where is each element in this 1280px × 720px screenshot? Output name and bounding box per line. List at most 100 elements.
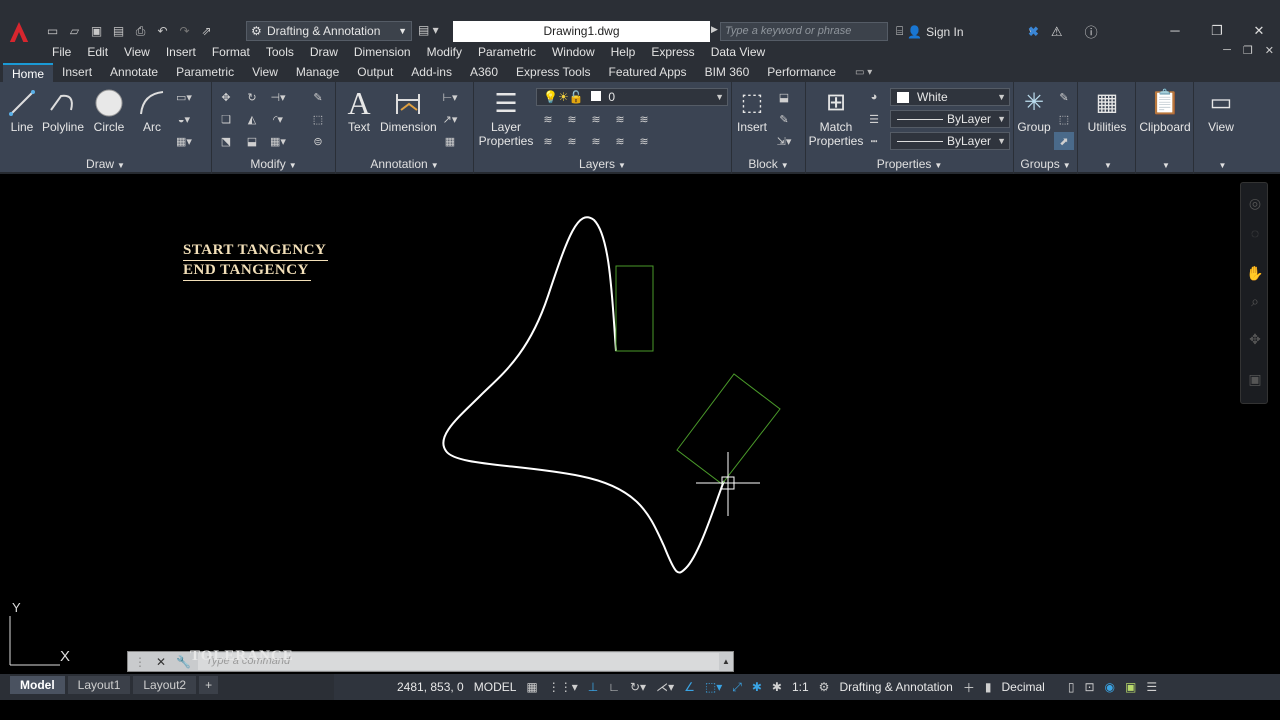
hardware-acceleration-icon[interactable]: ◉: [1100, 680, 1120, 694]
draw-panel-title[interactable]: Draw ▼: [0, 157, 211, 172]
ribbon-options-icon[interactable]: ▭ ▾: [855, 63, 872, 82]
object-snap-icon[interactable]: ⬚▾: [700, 680, 727, 694]
layer-properties-button[interactable]: ☰ Layer Properties: [478, 86, 534, 148]
modify-panel-title[interactable]: Modify ▼: [212, 157, 335, 172]
minimize-icon[interactable]: ─: [1154, 20, 1196, 42]
clipboard-expand-icon[interactable]: ▼: [1136, 157, 1193, 172]
tangency-rectangle-start[interactable]: [615, 265, 654, 352]
menu-dimension[interactable]: Dimension: [346, 45, 419, 59]
sign-in-button[interactable]: ⌸ 👤 Sign In ▼: [896, 22, 1035, 41]
copy-icon[interactable]: ❏: [216, 110, 236, 128]
share-icon[interactable]: ⇗: [198, 23, 215, 40]
qat-extra-icon[interactable]: ▤ ▾: [418, 23, 439, 37]
units-dropdown[interactable]: Decimal: [996, 680, 1062, 694]
layer-tool-icon[interactable]: ≋: [586, 132, 606, 150]
menu-view[interactable]: View: [116, 45, 158, 59]
snap-icon[interactable]: ⋮⋮▾: [543, 680, 583, 694]
isodraft-icon[interactable]: ⋌▾: [651, 680, 679, 694]
tab-model[interactable]: Model: [10, 676, 65, 694]
text-button[interactable]: A Text: [342, 86, 376, 134]
clean-screen-icon[interactable]: ▣: [1120, 680, 1141, 694]
tab-home[interactable]: Home: [3, 63, 54, 82]
restore-icon[interactable]: ❐: [1196, 20, 1238, 42]
add-layout-icon[interactable]: +: [199, 676, 219, 694]
layer-tool-icon[interactable]: ≋: [634, 132, 654, 150]
menu-tools[interactable]: Tools: [258, 45, 302, 59]
chevron-right-icon[interactable]: ▶: [711, 24, 718, 35]
tab-performance[interactable]: Performance: [758, 63, 845, 82]
table-icon[interactable]: ▦: [440, 132, 460, 150]
coordinates-readout[interactable]: 2481, 853, 0: [392, 680, 469, 694]
fillet-icon[interactable]: ◜▾: [268, 110, 288, 128]
binoculars-icon[interactable]: ⌸: [896, 24, 903, 39]
annotation-panel-title[interactable]: Annotation ▼: [336, 157, 473, 172]
help-icon[interactable]: ⓘ: [1085, 22, 1098, 41]
rotate-icon[interactable]: ↻: [242, 88, 262, 106]
menu-window[interactable]: Window: [544, 45, 603, 59]
workspace-dropdown[interactable]: ⚙ Drafting & Annotation ▼: [246, 21, 412, 41]
zoom-icon[interactable]: ⌕: [1245, 291, 1265, 311]
save-as-icon[interactable]: ▤: [110, 23, 127, 40]
menu-modify[interactable]: Modify: [419, 45, 470, 59]
model-space-button[interactable]: MODEL: [469, 680, 522, 694]
tab-bim-360[interactable]: BIM 360: [696, 63, 759, 82]
array-icon[interactable]: ▦▾: [268, 132, 288, 150]
menu-draw[interactable]: Draw: [302, 45, 346, 59]
rectangle-icon[interactable]: ▭▾: [174, 88, 194, 106]
layer-tool-icon[interactable]: ≋: [610, 132, 630, 150]
plus-icon[interactable]: ＋: [958, 679, 980, 696]
grip-icon[interactable]: ⋮: [134, 655, 146, 669]
view-expand-icon[interactable]: ▼: [1194, 157, 1248, 172]
a360-icon[interactable]: ⚠: [1051, 24, 1063, 40]
tab-output[interactable]: Output: [348, 63, 402, 82]
utilities-button[interactable]: ▦ Utilities: [1080, 86, 1134, 135]
polyline-button[interactable]: Polyline: [40, 86, 86, 134]
menu-file[interactable]: File: [44, 45, 79, 59]
menu-format[interactable]: Format: [204, 45, 258, 59]
erase-icon[interactable]: ✎: [308, 88, 328, 106]
menu-edit[interactable]: Edit: [79, 45, 116, 59]
gear-icon[interactable]: ⚙: [814, 680, 835, 694]
edit-block-icon[interactable]: ✎: [774, 110, 794, 128]
stretch-icon[interactable]: ⬔: [216, 132, 236, 150]
steering-wheel-icon[interactable]: ◎: [1245, 193, 1265, 213]
menu-parametric[interactable]: Parametric: [470, 45, 544, 59]
isolate-objects-icon[interactable]: ⊡: [1079, 680, 1099, 694]
minimize-icon[interactable]: ─: [1223, 44, 1231, 57]
group-edit-icon[interactable]: ⬚: [1054, 110, 1074, 128]
attribute-icon[interactable]: ⇲▾: [774, 132, 794, 150]
properties-panel-title[interactable]: Properties ▼: [806, 157, 1013, 172]
close-icon[interactable]: ✕: [1265, 44, 1274, 57]
layers-panel-title[interactable]: Layers ▼: [474, 157, 731, 172]
boundary-icon[interactable]: ▦▾: [174, 132, 194, 150]
color-wheel-icon[interactable]: ◕: [864, 88, 884, 106]
close-icon[interactable]: ✕: [156, 655, 166, 669]
linetype-icon[interactable]: ┅: [864, 132, 884, 150]
tab-annotate[interactable]: Annotate: [101, 63, 167, 82]
arc-button[interactable]: Arc: [134, 86, 170, 134]
layer-dropdown[interactable]: 💡☀🔓 0 ▼: [536, 88, 728, 106]
orbit-icon[interactable]: ◌: [1245, 223, 1265, 243]
grid-icon[interactable]: ▦: [521, 680, 542, 694]
layer-tool-icon[interactable]: ≋: [562, 132, 582, 150]
customization-icon[interactable]: ☰: [1141, 680, 1162, 694]
ungroup-icon[interactable]: ✎: [1054, 88, 1074, 106]
quick-properties-icon[interactable]: ▯: [1063, 680, 1080, 694]
menu-help[interactable]: Help: [603, 45, 644, 59]
ortho-icon[interactable]: ∟: [603, 680, 625, 694]
dynamic-ucs-icon[interactable]: ⤢: [727, 680, 747, 695]
polar-icon[interactable]: ↻▾: [625, 680, 651, 694]
auto-scale-icon[interactable]: ✱: [767, 680, 787, 694]
annotation-scale[interactable]: 1:1: [787, 680, 814, 694]
spline-curve[interactable]: [442, 216, 725, 574]
tab-manage[interactable]: Manage: [287, 63, 348, 82]
restore-icon[interactable]: ❐: [1243, 44, 1253, 57]
group-select-icon[interactable]: ⬈: [1054, 132, 1074, 150]
layer-tool-icon[interactable]: ≋: [586, 110, 606, 128]
tab-a360[interactable]: A360: [461, 63, 507, 82]
drawing-canvas[interactable]: Y X START TANGENCY END TANGENCY ◎ ◌ ✋ ⌕ …: [0, 176, 1280, 672]
match-properties-button[interactable]: ⊞ Match Properties: [808, 86, 864, 149]
block-panel-title[interactable]: Block ▼: [732, 157, 805, 172]
command-input[interactable]: Type a command TOLERANCE: [190, 648, 719, 670]
mirror-icon[interactable]: ◭: [242, 110, 262, 128]
